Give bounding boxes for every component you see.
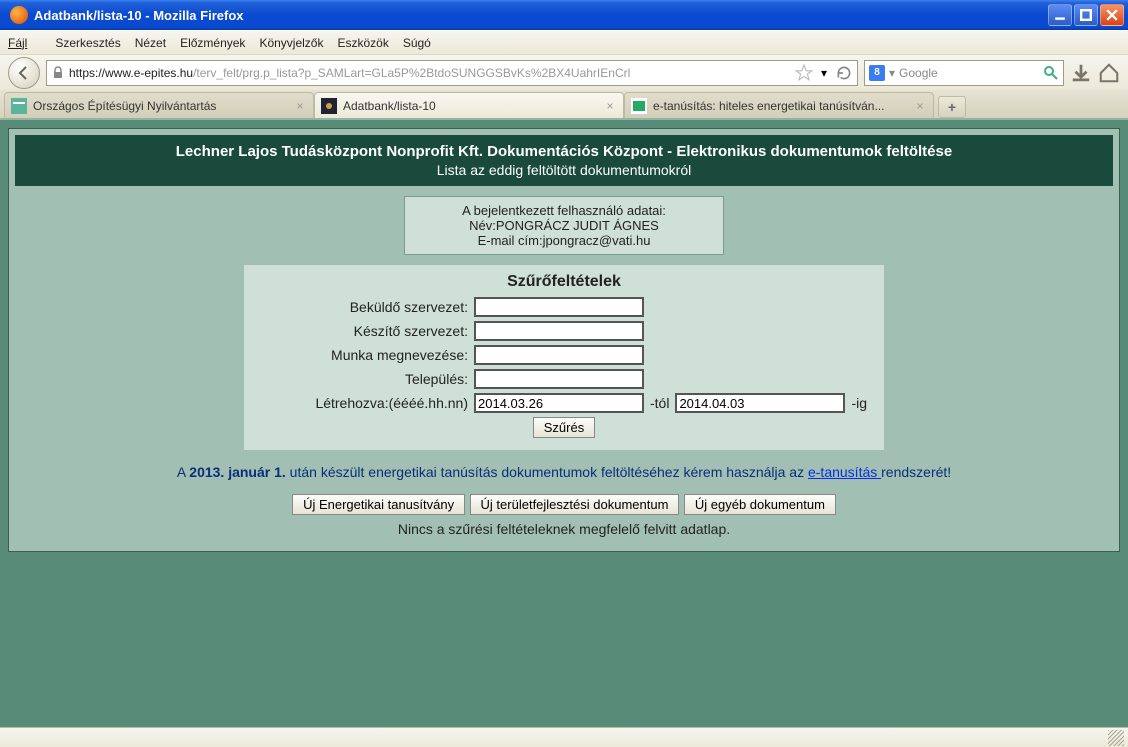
reload-icon[interactable] [835, 64, 853, 82]
filter-input-telepules[interactable] [474, 369, 644, 389]
window-close-button[interactable] [1100, 4, 1124, 26]
action-button-row: Új Energetikai tanusítvány Új területfej… [9, 494, 1119, 515]
url-bar[interactable]: https://www.e-epites.hu/terv_felt/prg.p_… [46, 60, 858, 86]
back-button[interactable] [8, 57, 40, 89]
menu-file[interactable]: Fájl [8, 36, 41, 50]
user-info-line: A bejelentkezett felhasználó adatai: [415, 203, 713, 218]
menu-bookmarks[interactable]: Könyvjelzők [259, 36, 323, 50]
firefox-icon [10, 6, 28, 24]
menu-edit[interactable]: Szerkesztés [55, 36, 120, 50]
filter-title: Szűrőfeltételek [254, 273, 874, 291]
home-icon[interactable] [1098, 62, 1120, 84]
filter-input-munka[interactable] [474, 345, 644, 365]
filter-input-date-from[interactable] [474, 393, 644, 413]
browser-menubar: Fájl Szerkesztés Nézet Előzmények Könyvj… [0, 30, 1128, 54]
user-info-line: E-mail cím:jpongracz@vati.hu [415, 233, 713, 248]
new-other-doc-button[interactable]: Új egyéb dokumentum [684, 494, 836, 515]
filter-submit-button[interactable]: Szűrés [533, 417, 595, 438]
window-minimize-button[interactable] [1048, 4, 1072, 26]
window-statusbar [0, 727, 1128, 747]
tab-favicon-0 [11, 98, 27, 114]
filter-panel: Szűrőfeltételek Beküldő szervezet: Készí… [244, 265, 884, 450]
filter-label-munka: Munka megnevezése: [254, 347, 474, 363]
resize-grip-icon[interactable] [1108, 730, 1124, 746]
date-to-suffix: -ig [851, 395, 867, 411]
filter-input-keszito[interactable] [474, 321, 644, 341]
filter-label-telepules: Település: [254, 371, 474, 387]
filter-input-date-to[interactable] [675, 393, 845, 413]
tab-2[interactable]: e-tanúsítás: hiteles energetikai tanúsít… [624, 92, 934, 118]
filter-label-date: Létrehozva:(éééé.hh.nn) [254, 395, 474, 411]
window-title: Adatbank/lista-10 - Mozilla Firefox [34, 8, 1048, 23]
tab-label: Országos Építésügyi Nyilvántartás [33, 99, 293, 113]
bookmark-star-icon[interactable] [795, 64, 813, 82]
search-icon[interactable] [1043, 65, 1059, 81]
new-tab-button[interactable]: + [938, 96, 966, 118]
dropdown-icon[interactable]: ▾ [815, 64, 833, 82]
tab-label: e-tanúsítás: hiteles energetikai tanúsít… [653, 99, 913, 113]
new-regional-doc-button[interactable]: Új területfejlesztési dokumentum [470, 494, 680, 515]
window-maximize-button[interactable] [1074, 4, 1098, 26]
tab-0[interactable]: Országos Építésügyi Nyilvántartás × [4, 92, 314, 118]
notice-text: A 2013. január 1. után készült energetik… [19, 464, 1109, 480]
filter-input-bekuldo[interactable] [474, 297, 644, 317]
page-header-banner: Lechner Lajos Tudásközpont Nonprofit Kft… [15, 135, 1113, 186]
tab-strip: Országos Építésügyi Nyilvántartás × Adat… [0, 90, 1128, 120]
tab-favicon-1 [321, 98, 337, 114]
empty-result-message: Nincs a szűrési feltételeknek megfelelő … [9, 521, 1119, 537]
menu-help[interactable]: Súgó [403, 36, 431, 50]
browser-nav-toolbar: https://www.e-epites.hu/terv_felt/prg.p_… [0, 54, 1128, 90]
page-container: Lechner Lajos Tudásközpont Nonprofit Kft… [8, 128, 1120, 552]
tab-label: Adatbank/lista-10 [343, 99, 603, 113]
google-search-icon: 8 [869, 65, 885, 81]
tab-favicon-2 [631, 98, 647, 114]
downloads-icon[interactable] [1070, 62, 1092, 84]
date-from-suffix: -tól [650, 395, 669, 411]
tab-close-icon[interactable]: × [603, 99, 617, 113]
url-text: https://www.e-epites.hu/terv_felt/prg.p_… [69, 66, 793, 80]
page-title: Lechner Lajos Tudásközpont Nonprofit Kft… [21, 143, 1107, 160]
search-placeholder: Google [899, 66, 1043, 80]
user-info-box: A bejelentkezett felhasználó adatai: Név… [404, 196, 724, 255]
tab-1[interactable]: Adatbank/lista-10 × [314, 92, 624, 118]
tab-close-icon[interactable]: × [913, 99, 927, 113]
new-energy-cert-button[interactable]: Új Energetikai tanusítvány [292, 494, 465, 515]
notice-link[interactable]: e-tanusítás [808, 464, 881, 480]
filter-label-keszito: Készítő szervezet: [254, 323, 474, 339]
menu-view[interactable]: Nézet [135, 36, 166, 50]
page-subtitle: Lista az eddig feltöltött dokumentumokró… [21, 162, 1107, 178]
tab-close-icon[interactable]: × [293, 99, 307, 113]
menu-tools[interactable]: Eszközök [337, 36, 388, 50]
window-titlebar: Adatbank/lista-10 - Mozilla Firefox [0, 0, 1128, 30]
page-viewport: Lechner Lajos Tudásközpont Nonprofit Kft… [0, 120, 1128, 727]
filter-label-bekuldo: Beküldő szervezet: [254, 299, 474, 315]
lock-icon [51, 66, 65, 80]
search-bar[interactable]: 8 ▾ Google [864, 60, 1064, 86]
menu-history[interactable]: Előzmények [180, 36, 245, 50]
user-info-line: Név:PONGRÁCZ JUDIT ÁGNES [415, 218, 713, 233]
